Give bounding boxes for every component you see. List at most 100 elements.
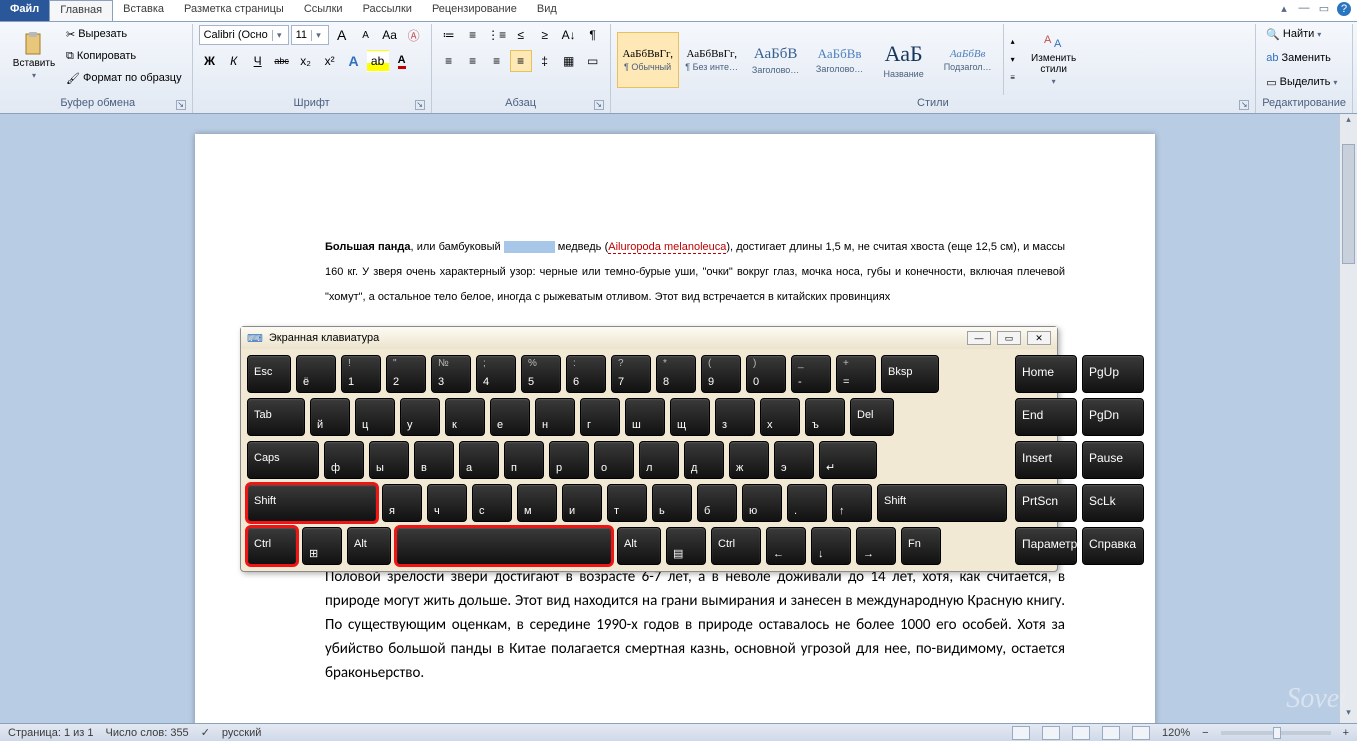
superscript-button[interactable]: x² [319,50,341,72]
scroll-down-icon[interactable]: ▾ [1340,707,1357,723]
key-э[interactable]: э [774,441,814,479]
tab-file[interactable]: Файл [0,0,49,21]
key-з[interactable]: з [715,398,755,436]
key-Ctrl[interactable]: Ctrl [247,527,297,565]
replace-button[interactable]: abЗаменить [1262,48,1346,68]
key-ю[interactable]: ю [742,484,782,522]
scroll-up-icon[interactable]: ▴ [1340,114,1357,130]
key-ф[interactable]: ф [324,441,364,479]
decrease-indent-button[interactable]: ≤ [510,24,532,46]
tab-layout[interactable]: Разметка страницы [174,0,294,21]
key-8[interactable]: *8 [656,355,696,393]
tab-view[interactable]: Вид [527,0,567,21]
numbering-button[interactable]: ≡ [462,24,484,46]
key-1[interactable]: !1 [341,355,381,393]
key-←[interactable]: ← [766,527,806,565]
change-case-button[interactable]: Aa [379,24,401,46]
key-2[interactable]: "2 [386,355,426,393]
zoom-in-button[interactable]: + [1343,727,1349,739]
osk-titlebar[interactable]: ⌨ Экранная клавиатура — ▭ ✕ [241,327,1057,349]
clipboard-launcher[interactable]: ↘ [176,100,186,110]
style-chip-2[interactable]: АаБбВЗаголово… [745,32,807,88]
status-language[interactable]: русский [222,727,261,739]
clear-format-button[interactable]: Ⓐ [403,24,425,46]
key-Del[interactable]: Del [850,398,894,436]
key-Caps[interactable]: Caps [247,441,319,479]
key-х[interactable]: х [760,398,800,436]
highlight-button[interactable]: ab [367,50,389,72]
key-м[interactable]: м [517,484,557,522]
key-PgDn[interactable]: PgDn [1082,398,1144,436]
key-с[interactable]: с [472,484,512,522]
shrink-font-button[interactable]: A [355,24,377,46]
key-End[interactable]: End [1015,398,1077,436]
key-в[interactable]: в [414,441,454,479]
osk-minimize-icon[interactable]: — [967,331,991,345]
key-Bksp[interactable]: Bksp [881,355,939,393]
text-effects-button[interactable]: A [343,50,365,72]
key-и[interactable]: и [562,484,602,522]
key-→[interactable]: → [856,527,896,565]
key-ж[interactable]: ж [729,441,769,479]
font-launcher[interactable]: ↘ [415,100,425,110]
key-Tab[interactable]: Tab [247,398,305,436]
key-ц[interactable]: ц [355,398,395,436]
spellcheck-icon[interactable]: ✓ [201,726,210,739]
key-5[interactable]: %5 [521,355,561,393]
key-г[interactable]: г [580,398,620,436]
style-row-up[interactable]: ▴ [1006,34,1020,50]
key-↑[interactable]: ↑ [832,484,872,522]
tab-home[interactable]: Главная [49,0,113,21]
key-б[interactable]: б [697,484,737,522]
find-button[interactable]: 🔍Найти▾ [1262,24,1346,44]
italic-button[interactable]: К [223,50,245,72]
font-size-combo[interactable]: 11▾ [291,25,329,45]
borders-button[interactable]: ▭ [582,50,604,72]
key-▤[interactable]: ▤ [666,527,706,565]
format-painter-button[interactable]: 🖌Формат по образцу [62,68,186,88]
status-words[interactable]: Число слов: 355 [106,727,189,739]
align-left-button[interactable]: ≡ [438,50,460,72]
cut-button[interactable]: ✂Вырезать [62,24,186,44]
change-styles-button[interactable]: AA Изменить стили ▾ [1024,24,1084,88]
zoom-knob[interactable] [1273,727,1281,739]
shading-button[interactable]: ▦ [558,50,580,72]
font-color-button[interactable]: A [391,50,413,72]
key-9[interactable]: (9 [701,355,741,393]
minimize-icon[interactable]: — [1297,2,1311,19]
style-chip-4[interactable]: АаБНазвание [873,32,935,88]
key-4[interactable]: ;4 [476,355,516,393]
scroll-thumb[interactable] [1342,144,1355,264]
key-↵[interactable]: ↵ [819,441,877,479]
sort-button[interactable]: A↓ [558,24,580,46]
increase-indent-button[interactable]: ≥ [534,24,556,46]
key-⊞[interactable]: ⊞ [302,527,342,565]
key-л[interactable]: л [639,441,679,479]
document-text[interactable]: Большая панда, или бамбуковый медведь (A… [325,234,1065,309]
key-п[interactable]: п [504,441,544,479]
key-PgUp[interactable]: PgUp [1082,355,1144,393]
style-chip-0[interactable]: АаБбВвГг,¶ Обычный [617,32,679,88]
key-6[interactable]: :6 [566,355,606,393]
view-outline-button[interactable] [1102,726,1120,740]
key-ч[interactable]: ч [427,484,467,522]
key-ъ[interactable]: ъ [805,398,845,436]
key-ш[interactable]: ш [625,398,665,436]
key-д[interactable]: д [684,441,724,479]
key-3[interactable]: №3 [431,355,471,393]
zoom-out-button[interactable]: − [1202,727,1208,739]
key-Alt[interactable]: Alt [617,527,661,565]
key-Pause[interactable]: Pause [1082,441,1144,479]
key-р[interactable]: р [549,441,589,479]
key--[interactable]: _- [791,355,831,393]
key-7[interactable]: ?7 [611,355,651,393]
key-а[interactable]: а [459,441,499,479]
key-Esc[interactable]: Esc [247,355,291,393]
key-Fn[interactable]: Fn [901,527,941,565]
key-я[interactable]: я [382,484,422,522]
key-.[interactable]: . [787,484,827,522]
underline-button[interactable]: Ч [247,50,269,72]
help-icon[interactable]: ? [1337,2,1351,16]
osk-maximize-icon[interactable]: ▭ [997,331,1021,345]
key-т[interactable]: т [607,484,647,522]
